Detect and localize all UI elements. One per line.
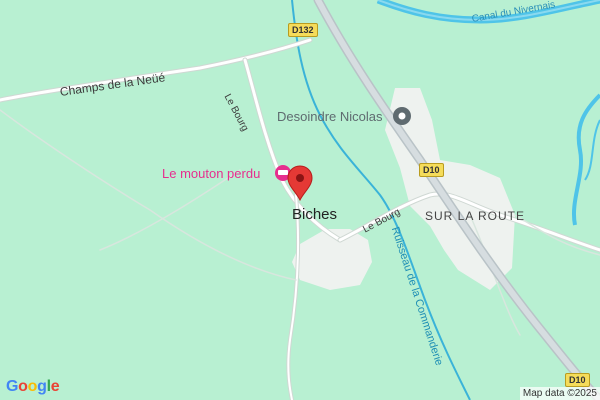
map-attribution[interactable]: Map data ©2025 [519,387,600,400]
shield-d10-south: D10 [565,373,590,387]
poi-label-desoindre-nicolas[interactable]: Desoindre Nicolas [277,110,383,123]
place-label-sur-la-route: SUR LA ROUTE [425,209,526,223]
shield-d10-north: D10 [419,163,444,177]
place-label-biches: Biches [292,206,338,223]
shield-d132: D132 [288,23,318,37]
business-poi-icon[interactable] [393,107,411,125]
map-canvas[interactable] [0,0,600,400]
poi-label-le-mouton-perdu[interactable]: Le mouton perdu [162,167,260,180]
google-logo: Google [6,378,60,395]
